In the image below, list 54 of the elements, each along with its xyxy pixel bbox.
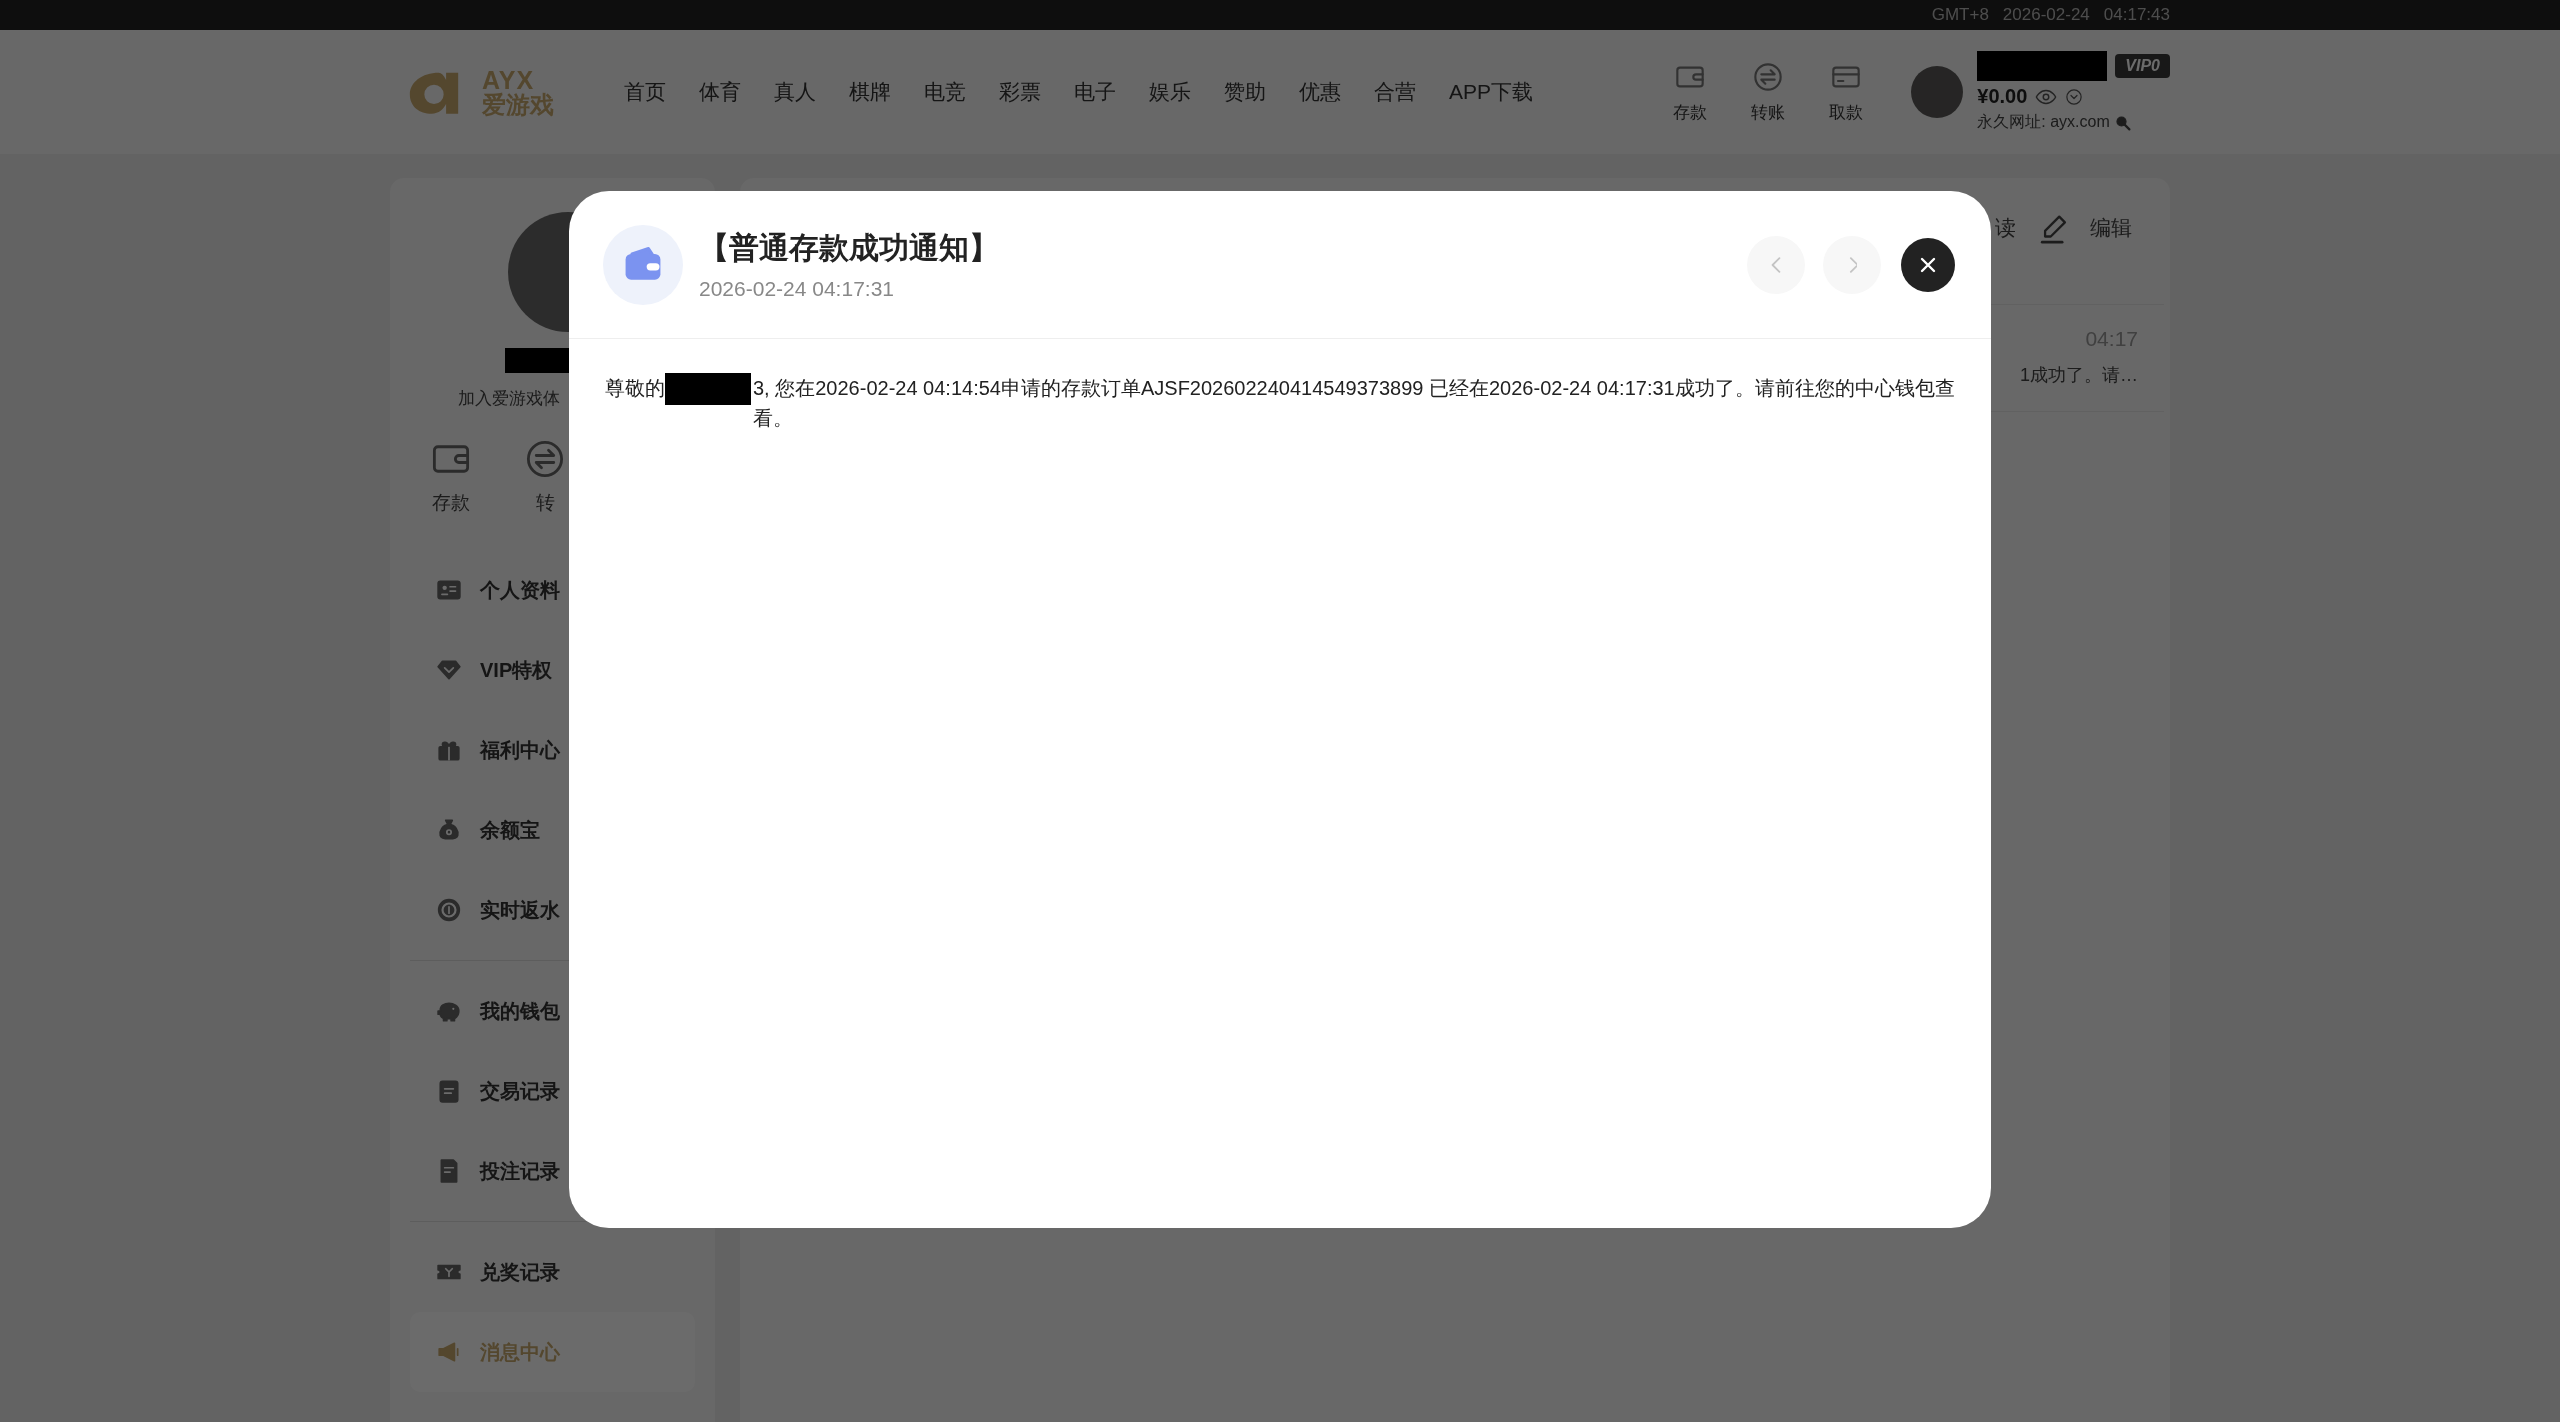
balance-text: ¥0.00 bbox=[1977, 85, 2028, 108]
transfer-button[interactable]: 转 bbox=[524, 438, 566, 516]
greeting-text: 尊敬的 bbox=[605, 376, 665, 401]
vip-badge: VIP0 bbox=[2115, 54, 2170, 78]
nav-link[interactable]: APP下载 bbox=[1449, 78, 1534, 106]
modal-title: 【普通存款成功通知】 bbox=[699, 230, 1000, 266]
message-text: 3, 您在2026-02-24 04:14:54申请的存款订单AJSF202602240414549373899 已经在2026-02-24 04:17:31成功了。请前往您的中心钱包查看。 bbox=[753, 376, 1955, 431]
nav-link[interactable]: 体育 bbox=[699, 78, 741, 106]
nav-link[interactable]: 真人 bbox=[774, 78, 816, 106]
nav-link[interactable]: 合营 bbox=[1374, 78, 1416, 106]
sidebar-item[interactable]: 我的钱包 bbox=[410, 971, 695, 1051]
nav-link[interactable]: 电竞 bbox=[924, 78, 966, 106]
logo-latin-text: AYX bbox=[482, 67, 535, 93]
nav-link[interactable]: 彩票 bbox=[999, 78, 1041, 106]
transfer-button[interactable]: 转账 bbox=[1751, 60, 1786, 124]
message-preview: 1成功了。请… bbox=[2020, 364, 2138, 387]
nav-link[interactable]: 电子 bbox=[1074, 78, 1116, 106]
sidebar-item[interactable]: 兑奖记录 bbox=[410, 1232, 695, 1312]
sidebar-item[interactable]: 福利中心 bbox=[410, 710, 695, 790]
deposit-button[interactable]: 存款 bbox=[1673, 60, 1708, 124]
modal-date: 2026-02-24 04:17:31 bbox=[699, 277, 895, 301]
nav-link[interactable]: 优惠 bbox=[1299, 78, 1341, 106]
date-text: 2026-02-24 bbox=[2002, 5, 2090, 25]
nav-link[interactable]: 棋牌 bbox=[849, 78, 891, 106]
nav-link[interactable]: 赞助 bbox=[1224, 78, 1266, 106]
coin-icon bbox=[436, 897, 462, 923]
permanent-url-text: 永久网址: ayx.com bbox=[1977, 112, 2110, 132]
sidebar-item[interactable]: 实时返水 bbox=[410, 870, 695, 950]
sidebar-item[interactable]: VIP特权 bbox=[410, 630, 695, 710]
nav-link[interactable]: 首页 bbox=[624, 78, 666, 106]
timezone-text: GMT+8 bbox=[1931, 5, 1989, 25]
chevron-icon bbox=[1847, 256, 1857, 273]
edit-button[interactable]: 编辑 bbox=[2038, 211, 2132, 245]
tagline-text: 加入爱游戏体 bbox=[458, 388, 560, 410]
chevron-icon bbox=[1771, 256, 1781, 273]
nav-link[interactable]: 娱乐 bbox=[1149, 78, 1191, 106]
avatar-placeholder[interactable] bbox=[1911, 66, 1964, 118]
logo-chinese-text: 爱游戏 bbox=[482, 92, 554, 117]
chevron-circle-icon[interactable] bbox=[2065, 87, 2084, 106]
exchange-icon bbox=[524, 438, 566, 480]
withdraw-button[interactable]: 取款 bbox=[1829, 60, 1864, 124]
read-button[interactable]: 读 bbox=[1995, 214, 2016, 242]
close-button[interactable] bbox=[1901, 237, 1955, 292]
megaphone-icon bbox=[436, 1339, 462, 1365]
id-card-icon bbox=[436, 577, 462, 603]
deposit-button[interactable]: 存款 bbox=[430, 438, 472, 516]
time-text: 04:17:43 bbox=[2103, 5, 2170, 25]
search-icon[interactable] bbox=[2113, 113, 2132, 132]
exchange-icon bbox=[1752, 60, 1785, 93]
clipboard-icon bbox=[436, 1078, 462, 1104]
sidebar-item[interactable]: 交易记录 bbox=[410, 1051, 695, 1131]
sidebar-item[interactable]: 个人资料 bbox=[410, 550, 695, 630]
sidebar-item[interactable]: 余额宝 bbox=[410, 790, 695, 870]
sidebar-item[interactable]: 投注记录 bbox=[410, 1131, 695, 1211]
